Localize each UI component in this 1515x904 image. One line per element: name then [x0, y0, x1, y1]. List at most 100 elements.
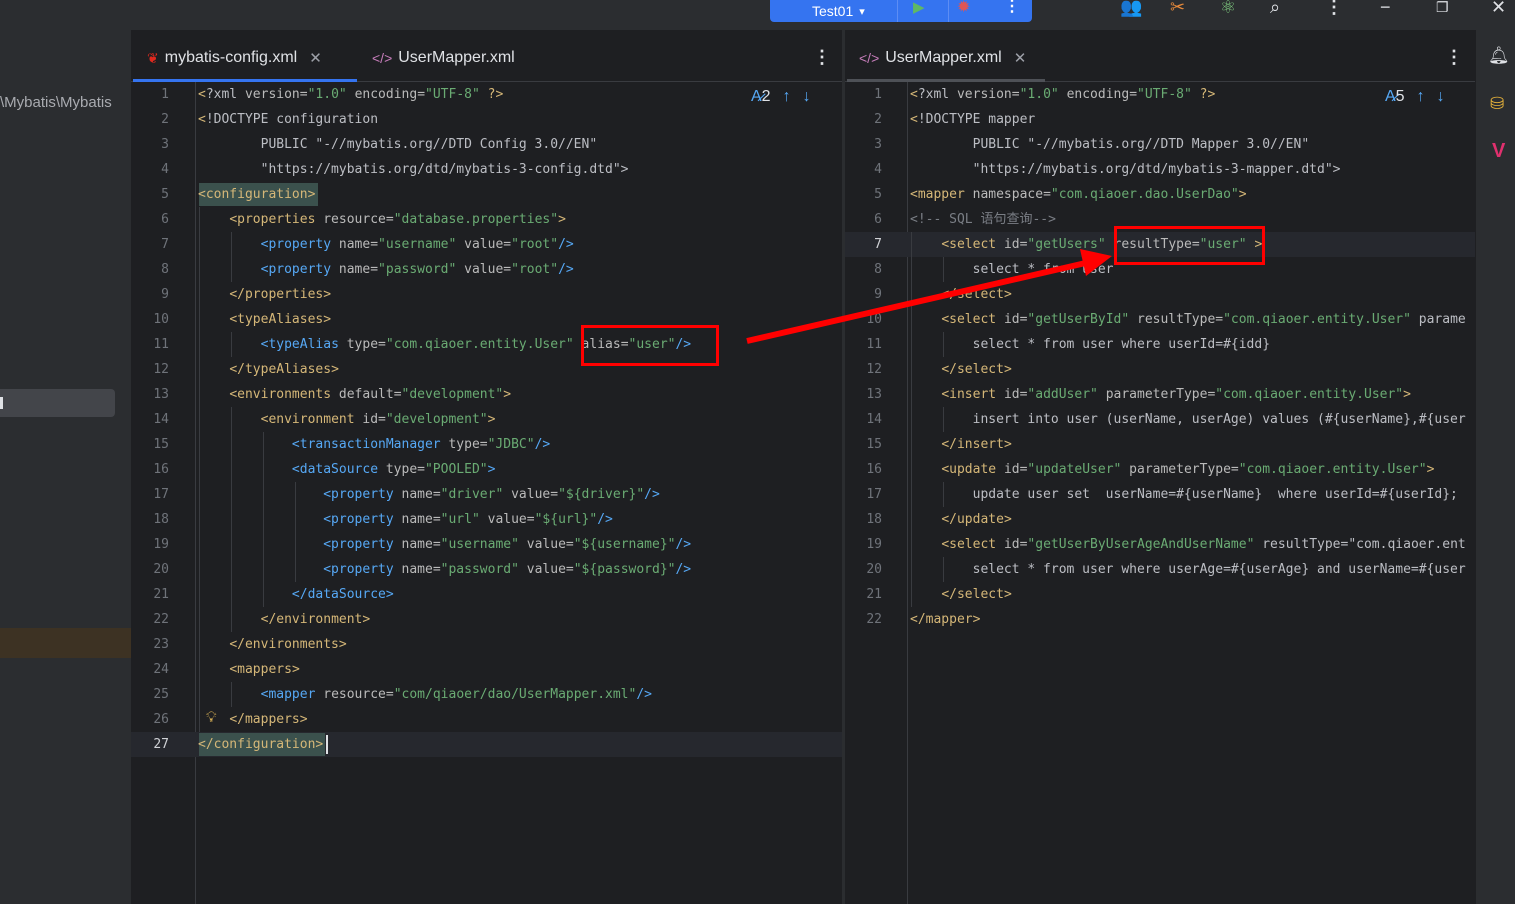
code-line[interactable]: <mapper namespace="com.qiaoer.dao.UserDa… [910, 182, 1247, 207]
code-line[interactable]: </typeAliases> [198, 357, 339, 382]
code-line[interactable]: <mappers> [198, 657, 299, 682]
code-line[interactable]: <property name="password" value="${passw… [198, 557, 691, 582]
line-number: 14 [153, 412, 169, 427]
code-line[interactable]: <insert id="addUser" parameterType="com.… [910, 382, 1411, 407]
close-tab-icon[interactable]: ✕ [1014, 49, 1027, 67]
restore-icon[interactable]: ❐ [1436, 0, 1449, 14]
line-number: 21 [866, 587, 882, 602]
code-line[interactable]: <!-- SQL 语句查询--> [910, 207, 1056, 232]
indent-guide [231, 682, 232, 707]
line-number: 8 [874, 262, 882, 277]
more-icon[interactable]: ⋮ [1325, 0, 1343, 16]
code-line[interactable]: <environment id="development"> [198, 407, 496, 432]
code-line[interactable]: </select> [910, 282, 1011, 307]
indent-guide [943, 332, 944, 357]
code-line[interactable]: <typeAliases> [198, 307, 331, 332]
close-icon[interactable]: ✕ [1491, 0, 1506, 16]
code-line[interactable]: <select id="getUserByUserAgeAndUserName"… [910, 532, 1465, 557]
code-line[interactable]: <transactionManager type="JDBC"/> [198, 432, 550, 457]
code-line[interactable]: </update> [910, 507, 1011, 532]
build-tools-icon[interactable]: ✂ [1170, 0, 1185, 16]
code-line[interactable]: select * from user where userAge=#{userA… [910, 557, 1466, 582]
line-number: 1 [874, 87, 882, 102]
tab-user-mapper[interactable]: </> UserMapper.xml ✕ [859, 47, 1026, 69]
database-icon[interactable]: ⛁ [1490, 94, 1504, 114]
code-line[interactable]: <configuration> [198, 182, 315, 207]
code-line[interactable]: <?xml version="1.0" encoding="UTF-8" ?> [198, 82, 503, 107]
code-line[interactable]: </properties> [198, 282, 331, 307]
indent-guide [199, 207, 200, 732]
code-line[interactable]: <update id="updateUser" parameterType="c… [910, 457, 1434, 482]
line-number: 19 [153, 537, 169, 552]
indent-guide [943, 407, 944, 432]
line-number: 19 [866, 537, 882, 552]
inspection-widget[interactable]: A̷ 5 ↑ ↓ [1385, 88, 1445, 106]
code-line[interactable]: </select> [910, 582, 1011, 607]
code-line[interactable]: "https://mybatis.org/dtd/mybatis-3-mappe… [910, 157, 1341, 182]
project-tree-selected-row[interactable] [0, 389, 115, 417]
chevron-down-icon[interactable]: ▾ [859, 5, 865, 18]
editor-pane-left: ❦ mybatis-config.xml ✕ </> UserMapper.xm… [131, 30, 842, 904]
tab-actions-icon[interactable]: ⋮ [813, 47, 831, 68]
ai-assistant-icon[interactable]: ⚛ [1220, 0, 1236, 16]
more-icon[interactable]: ⋮ [1004, 0, 1020, 16]
code-line[interactable]: <property name="password" value="root"/> [198, 257, 574, 282]
code-with-me-icon[interactable]: 👥 [1120, 0, 1142, 16]
code-line[interactable]: </mapper> [910, 607, 980, 632]
tab-user-mapper[interactable]: </> UserMapper.xml [372, 47, 515, 69]
close-tab-icon[interactable]: ✕ [309, 49, 322, 67]
code-line[interactable]: </dataSource> [198, 582, 394, 607]
code-line[interactable]: <!DOCTYPE mapper [910, 107, 1035, 132]
arrow-up-icon[interactable]: ↑ [783, 88, 791, 106]
code-line[interactable]: <property name="url" value="${url}"/> [198, 507, 613, 532]
code-line[interactable]: </insert> [910, 432, 1011, 457]
code-line[interactable]: <dataSource type="POOLED"> [198, 457, 496, 482]
run-config-selector[interactable]: Test01 [812, 3, 853, 19]
code-line[interactable]: <property name="username" value="${usern… [198, 532, 691, 557]
tab-mybatis-config[interactable]: ❦ mybatis-config.xml ✕ [147, 47, 322, 69]
line-number: 15 [153, 437, 169, 452]
code-line[interactable]: </configuration> [198, 732, 323, 757]
code-line[interactable]: "https://mybatis.org/dtd/mybatis-3-confi… [198, 157, 629, 182]
inspection-widget[interactable]: A̷ 2 ↑ ↓ [751, 88, 811, 106]
code-line[interactable]: PUBLIC "-//mybatis.org//DTD Config 3.0//… [198, 132, 598, 157]
line-number: 18 [153, 512, 169, 527]
code-line[interactable]: select * from user [910, 257, 1114, 282]
code-line[interactable]: PUBLIC "-//mybatis.org//DTD Mapper 3.0//… [910, 132, 1310, 157]
code-line[interactable]: <property name="driver" value="${driver}… [198, 482, 660, 507]
code-line[interactable]: </environment> [198, 607, 371, 632]
arrow-down-icon[interactable]: ↓ [1437, 88, 1445, 106]
minimize-icon[interactable]: − [1380, 0, 1391, 16]
code-line[interactable]: <property name="username" value="root"/> [198, 232, 574, 257]
notifications-icon[interactable]: 🔔︎ [1488, 46, 1510, 66]
code-line[interactable]: <?xml version="1.0" encoding="UTF-8" ?> [910, 82, 1215, 107]
code-line[interactable]: <mapper resource="com/qiaoer/dao/UserMap… [198, 682, 652, 707]
code-line[interactable]: <select id="getUserById" resultType="com… [910, 307, 1465, 332]
line-number: 13 [153, 387, 169, 402]
code-line[interactable]: update user set userName=#{userName} whe… [910, 482, 1458, 507]
arrow-down-icon[interactable]: ↓ [803, 88, 811, 106]
tab-actions-icon[interactable]: ⋮ [1445, 47, 1463, 68]
run-widget[interactable]: Test01 ▾ ▶ ✹ ⋮ [770, 0, 1032, 22]
bug-icon[interactable]: ✹ [957, 0, 970, 17]
arrow-up-icon[interactable]: ↑ [1417, 88, 1425, 106]
indent-guide [231, 407, 232, 632]
code-line[interactable]: <environments default="development"> [198, 382, 511, 407]
code-line[interactable]: insert into user (userName, userAge) val… [910, 407, 1466, 432]
lightbulb-icon[interactable]: 💡︎ [206, 709, 217, 726]
code-line[interactable]: </environments> [198, 632, 346, 657]
code-line[interactable]: </select> [910, 357, 1011, 382]
code-line[interactable]: <properties resource="database.propertie… [198, 207, 566, 232]
code-line[interactable]: select * from user where userId=#{idd} [910, 332, 1270, 357]
project-tree-highlighted-row[interactable] [0, 628, 131, 658]
indent-guide [911, 232, 912, 607]
project-path[interactable]: \Mybatis\Mybatis [0, 94, 131, 111]
play-icon[interactable]: ▶ [913, 0, 925, 16]
selection-marker [0, 397, 3, 409]
plugin-icon[interactable]: V [1492, 140, 1505, 163]
line-number: 8 [161, 262, 169, 277]
code-line[interactable]: <!DOCTYPE configuration [198, 107, 378, 132]
search-icon[interactable]: ⌕ [1270, 0, 1280, 16]
line-number: 16 [153, 462, 169, 477]
editor-tab-bar: ❦ mybatis-config.xml ✕ </> UserMapper.xm… [131, 30, 842, 82]
